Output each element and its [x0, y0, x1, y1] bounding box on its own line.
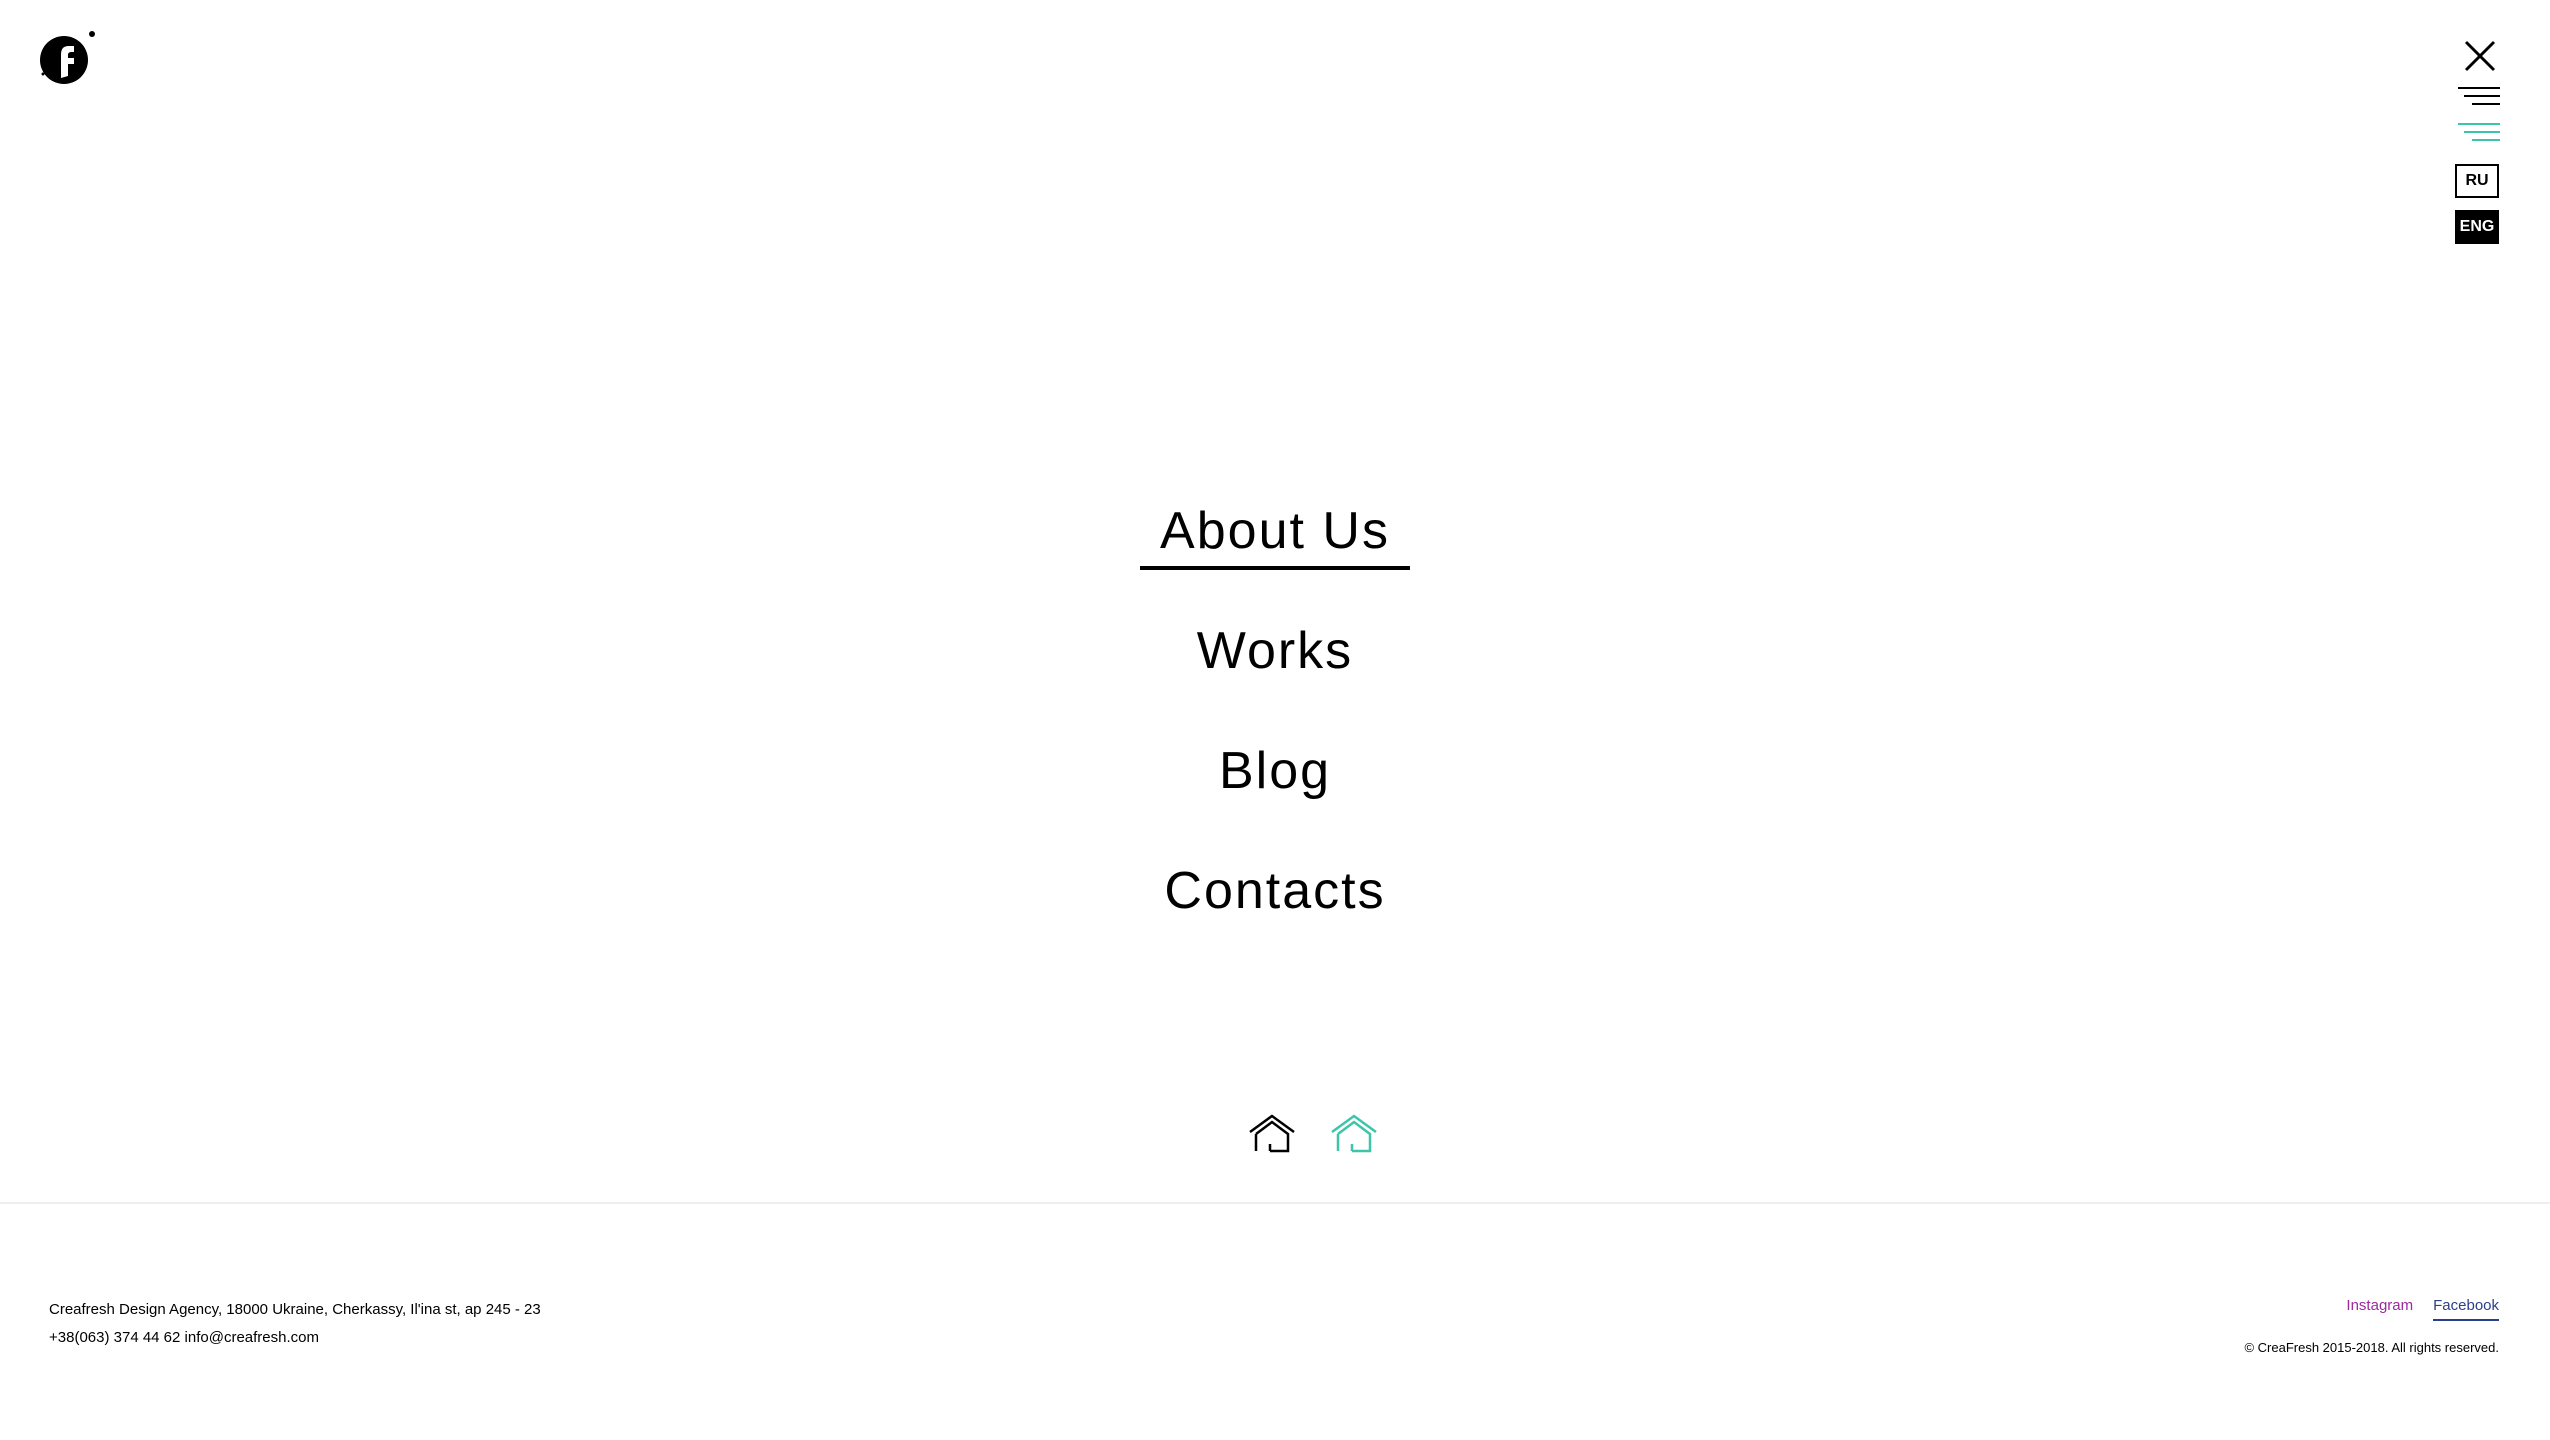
instagram-link[interactable]: Instagram	[2346, 1296, 2413, 1321]
nav-item-label: Blog	[1218, 742, 1332, 800]
copyright: © CreaFresh 2015-2018. All rights reserv…	[2244, 1340, 2499, 1355]
footer-phone[interactable]: +38(063) 374 44 62	[49, 1329, 180, 1346]
footer-address: Creafresh Design Agency, 18000 Ukraine, …	[49, 1301, 541, 1318]
social-links: Instagram Facebook	[2244, 1296, 2499, 1321]
nav-item-about-us[interactable]: About Us	[0, 500, 2550, 570]
nav-item-label: Works	[1196, 622, 1354, 680]
home-icon[interactable]	[1248, 1114, 1296, 1154]
nav-item-contacts[interactable]: Contacts	[0, 860, 2550, 922]
nav-item-label: About Us	[1140, 500, 1410, 570]
home-icon-accent[interactable]	[1330, 1114, 1378, 1154]
footer-email[interactable]: info@creafresh.com	[185, 1329, 319, 1346]
facebook-link[interactable]: Facebook	[2433, 1296, 2499, 1321]
footer-contact: Creafresh Design Agency, 18000 Ukraine, …	[49, 1296, 541, 1352]
menu-lines-accent-icon[interactable]	[2458, 122, 2500, 144]
nav-item-works[interactable]: Works	[0, 620, 2550, 682]
nav-item-blog[interactable]: Blog	[0, 740, 2550, 802]
lang-ru-button[interactable]: RU	[2455, 164, 2499, 198]
home-icons	[1248, 1114, 1378, 1154]
close-icon[interactable]	[2462, 38, 2498, 74]
main-nav: About Us Works Blog Contacts	[0, 500, 2550, 922]
footer-phone-email: +38(063) 374 44 62 info@creafresh.com	[49, 1324, 541, 1352]
footer-divider	[0, 1202, 2550, 1204]
nav-item-label: Contacts	[1164, 862, 1386, 920]
menu-lines-icon[interactable]	[2458, 86, 2500, 108]
creafresh-logo-icon[interactable]	[36, 26, 100, 86]
lang-eng-button[interactable]: ENG	[2455, 210, 2499, 244]
page: RU ENG About Us Works Blog Contacts Crea…	[0, 0, 2550, 1440]
footer-social: Instagram Facebook © CreaFresh 2015-2018…	[2244, 1296, 2499, 1357]
